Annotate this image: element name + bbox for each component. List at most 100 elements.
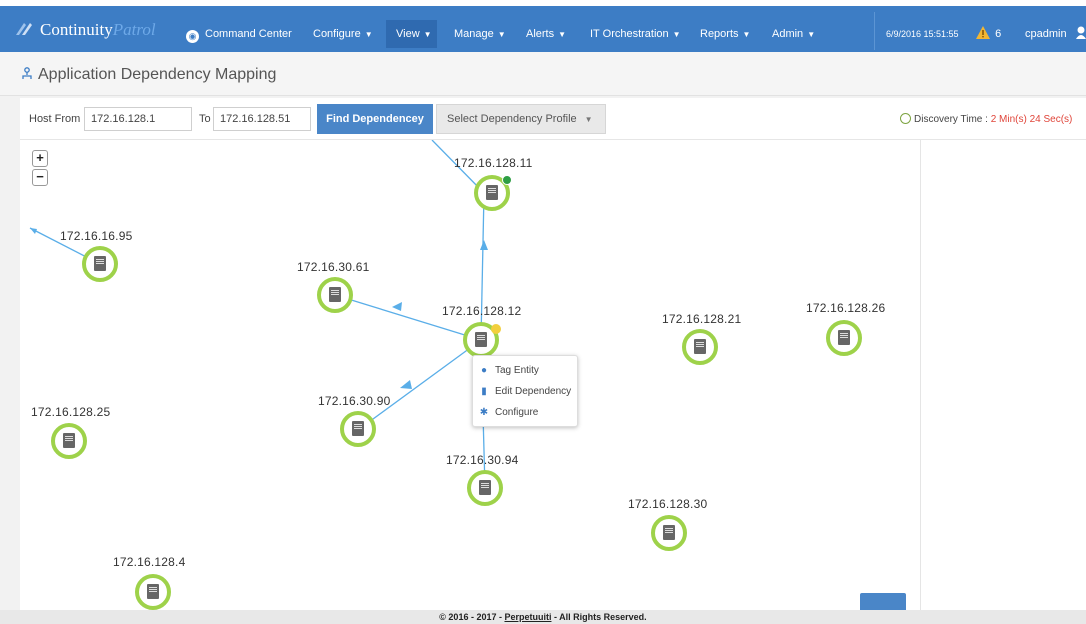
user-name: cpadmin [1025,28,1067,40]
caret-down-icon: ▼ [558,30,567,39]
page-header: Application Dependency Mapping [0,52,1086,96]
menu-item-tag-entity[interactable]: ● Tag Entity [479,365,539,376]
server-icon [63,433,75,448]
nav-user[interactable]: cpadmin [1025,28,1067,40]
caret-down-icon: ▼ [423,30,432,39]
edge-arrow [30,228,37,234]
edge-arrow [480,240,488,250]
nav-datetime: 6/9/2016 15:51:55 [886,29,959,39]
menu-item-configure[interactable]: ✱ Configure [479,407,539,418]
caret-down-icon: ▼ [364,30,373,39]
brand-name: Continuity [40,20,113,39]
server-icon [663,525,675,540]
brand-suffix: Patrol [112,20,156,39]
right-details-panel [920,140,1086,610]
server-icon [94,256,106,271]
server-icon [479,480,491,495]
server-node[interactable] [82,246,118,282]
host-to-input[interactable]: 172.16.128.51 [213,107,311,131]
nav-configure-label: Configure [313,28,361,40]
edge-arrow [400,380,412,389]
server-node[interactable] [135,574,171,610]
warning-icon [976,26,990,39]
nav-view[interactable]: View ▼ [396,28,432,40]
node-label: 172.16.128.11 [454,156,533,170]
edge-arrow [392,302,402,311]
server-node-selected[interactable] [463,322,501,358]
brand-logo[interactable]: ContinuityPatrol [14,20,156,40]
server-icon [147,584,159,599]
zoom-in-button[interactable]: + [32,150,48,167]
server-node[interactable] [651,515,687,551]
server-node[interactable] [826,320,862,356]
to-label: To [199,113,211,125]
server-icon [475,332,487,347]
server-node[interactable] [467,470,503,506]
nav-it-orchestration[interactable]: IT Orchestration ▼ [590,28,681,40]
discovery-time-label: Discovery Time : [914,114,991,125]
nav-reports-label: Reports [700,28,739,40]
server-node[interactable] [682,329,718,365]
find-dependency-button[interactable]: Find Dependencey [317,104,433,134]
nav-admin[interactable]: Admin ▼ [772,28,815,40]
discovery-time: Discovery Time : 2 Min(s) 24 Sec(s) [900,113,1072,125]
server-node[interactable] [317,277,353,313]
menu-item-edit-dependency-label: Edit Dependency [495,386,572,397]
nav-divider [874,12,875,50]
host-from-label: Host From [29,113,81,125]
alert-count: 6 [995,28,1002,40]
page-title: Application Dependency Mapping [38,66,277,83]
status-warning-icon [491,324,501,334]
node-label: 172.16.128.4 [113,555,186,569]
node-label: 172.16.30.61 [297,260,370,274]
nav-view-label: View [396,28,420,40]
node-label: 172.16.30.94 [446,453,519,467]
nav-command-center-label: Command Center [205,28,292,40]
zoom-out-button[interactable]: − [32,169,48,186]
logo-icon [16,23,32,35]
nav-configure[interactable]: Configure ▼ [313,28,373,40]
nav-it-orchestration-label: IT Orchestration [590,28,669,40]
node-label: 172.16.128.26 [806,301,886,315]
server-node[interactable] [474,175,512,211]
dependency-edges [29,140,488,489]
node-label: 172.16.128.30 [628,497,708,511]
caret-down-icon: ▼ [807,30,816,39]
dashboard-icon: ◉ [186,30,199,43]
footer-rights: - All Rights Reserved. [551,612,647,622]
footer-company-link[interactable]: Perpetuuiti [504,612,551,622]
caret-down-icon: ▼ [497,30,506,39]
menu-item-tag-entity-label: Tag Entity [495,365,539,376]
server-icon [486,185,498,200]
nav-admin-label: Admin [772,28,804,40]
server-node[interactable] [340,411,376,447]
dependency-profile-select[interactable]: Select Dependency Profile ▼ [436,104,606,134]
caret-down-icon: ▼ [742,30,751,39]
footer: © 2016 - 2017 - Perpetuuiti - All Rights… [0,610,1086,624]
server-icon [694,339,706,354]
server-node[interactable] [51,423,87,459]
nav-reports[interactable]: Reports ▼ [700,28,750,40]
dependency-profile-select-label: Select Dependency Profile [447,113,577,125]
node-context-menu: ● Tag Entity ▮ Edit Dependency ✱ Configure [472,355,578,427]
nav-manage[interactable]: Manage ▼ [454,28,506,40]
menu-item-configure-label: Configure [495,407,539,418]
user-icon[interactable] [1076,26,1086,39]
footer-copyright: © 2016 - 2017 - [439,612,505,622]
caret-down-icon: ▼ [672,30,681,39]
clock-icon [900,113,911,124]
save-button[interactable] [860,593,906,610]
sitemap-icon [22,67,32,79]
nav-alerts[interactable]: Alerts ▼ [526,28,566,40]
status-ok-icon [502,175,512,185]
top-navbar: ContinuityPatrol ◉ Command Center Configu… [0,0,1086,52]
nav-command-center[interactable]: ◉ Command Center [186,28,292,43]
dependency-map-canvas[interactable]: + − 172.16.128.11 172.16.16.95 172.16.30… [20,140,920,610]
menu-item-edit-dependency[interactable]: ▮ Edit Dependency [479,386,571,397]
host-from-input[interactable]: 172.16.128.1 [84,107,192,131]
node-label: 172.16.128.25 [31,405,111,419]
nav-alerts-label: Alerts [526,28,555,40]
nav-alert-indicator[interactable]: 6 [976,26,1001,40]
server-icon [352,421,364,436]
top-strip [0,0,1086,6]
